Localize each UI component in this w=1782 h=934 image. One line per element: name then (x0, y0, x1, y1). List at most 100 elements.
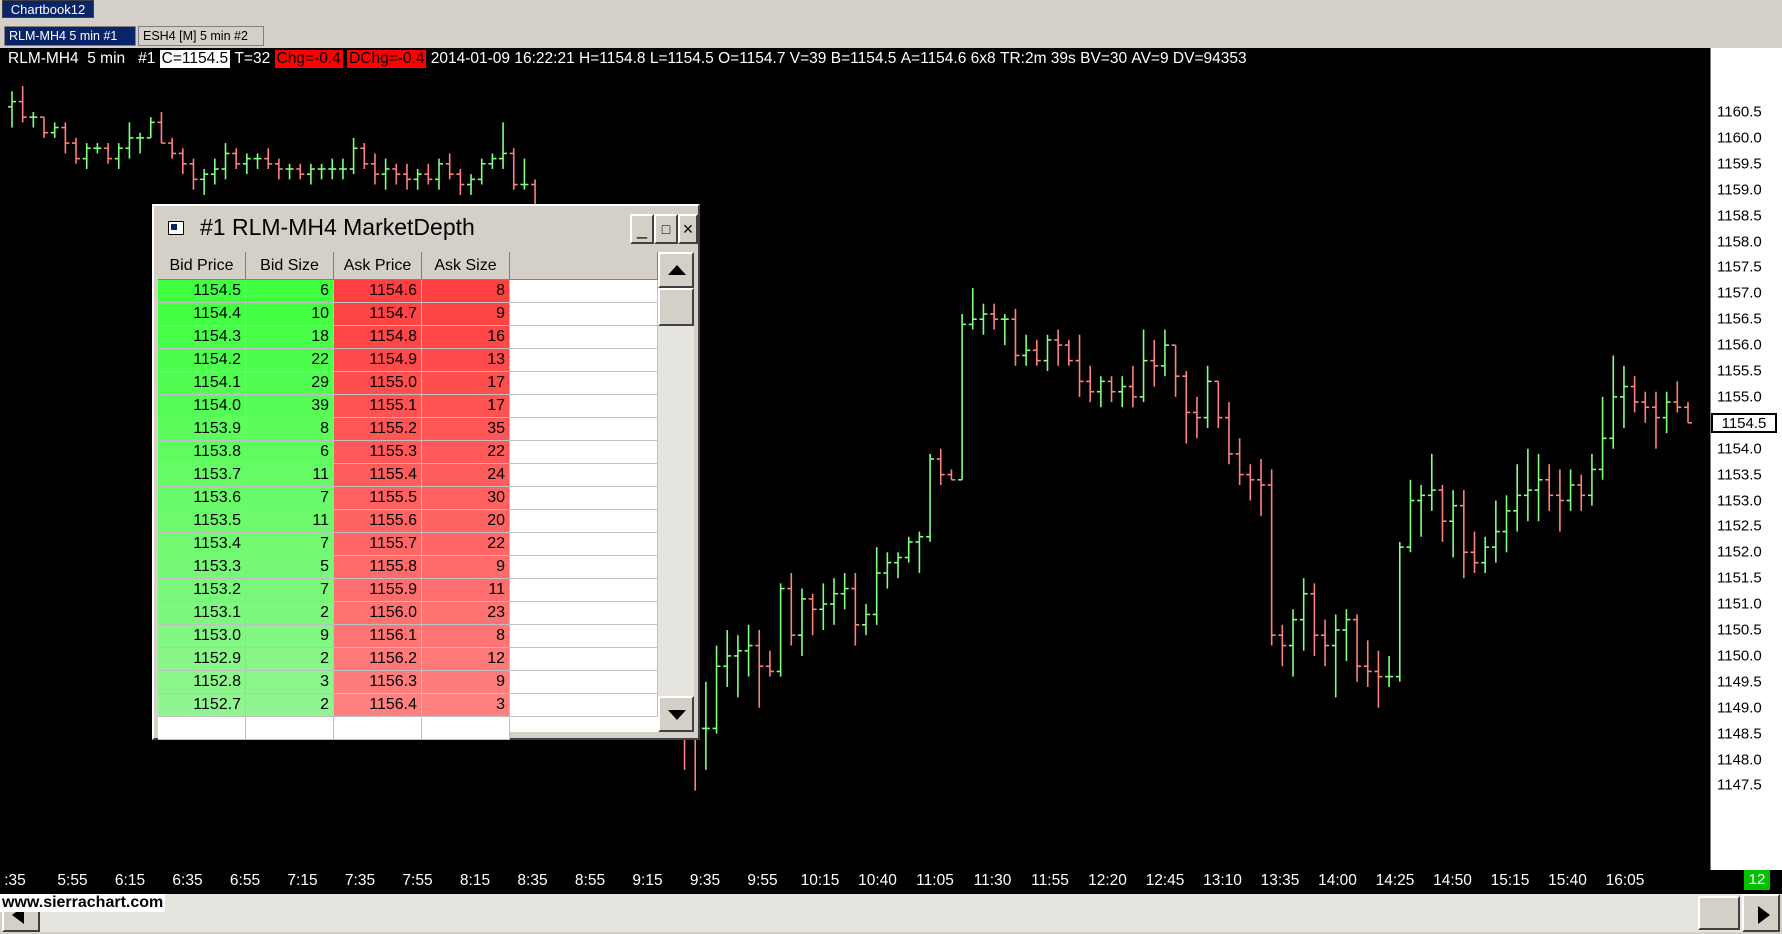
ohlc-bar (1673, 381, 1682, 413)
ohlc-bar (29, 112, 38, 128)
ask-size-cell: 17 (422, 395, 510, 418)
ohlc-bar (370, 153, 379, 185)
ohlc-bar (1502, 495, 1511, 553)
ohlc-bar (424, 163, 433, 185)
bid-size-cell: 2 (246, 602, 334, 625)
horizontal-scrollbar[interactable]: www.sierrachart.com (0, 894, 1782, 934)
depth-blank-cell (510, 487, 658, 510)
ohlc-bar (1331, 614, 1340, 698)
ask-price-cell: 1154.8 (334, 326, 422, 349)
ask-price-cell: 1155.5 (334, 487, 422, 510)
ask-price-cell: 1154.9 (334, 349, 422, 372)
scroll-up-button[interactable] (658, 252, 694, 288)
ohlc-bar (456, 168, 465, 195)
maximize-button[interactable]: □ (654, 214, 678, 244)
tab-esh4-chart[interactable]: ESH4 [M] 5 min #2 (138, 26, 264, 46)
ask-size-cell: 9 (422, 303, 510, 326)
header-ask-price[interactable]: Ask Price (334, 252, 422, 280)
bid-price-cell: 1153.8 (158, 441, 246, 464)
info-ask: A=1154.6 (900, 50, 967, 67)
close-button[interactable]: × (678, 214, 698, 244)
minimize-button[interactable]: _ (630, 214, 654, 244)
ohlc-bar (829, 578, 838, 625)
ask-size-cell: 9 (422, 556, 510, 579)
bid-price-cell: 1153.3 (158, 556, 246, 579)
market-depth-window[interactable]: #1 RLM-MH4 MarketDepth _ □ × Bid Price B… (152, 204, 700, 740)
scroll-thumb[interactable] (658, 288, 694, 326)
ohlc-bar (1630, 376, 1639, 413)
price-tick-label: 1150.5 (1717, 621, 1762, 639)
ohlc-bar (1491, 500, 1500, 563)
time-tick-label: 13:10 (1203, 872, 1242, 889)
ohlc-bar (1107, 376, 1116, 403)
header-ask-size[interactable]: Ask Size (422, 252, 510, 280)
depth-blank-cell (510, 349, 658, 372)
ohlc-bar (1577, 474, 1586, 511)
time-scale[interactable]: :35 5:55 6:15 6:35 6:55 7:15 7:35 7:55 8:15 8:35 8… (0, 870, 1710, 894)
ohlc-bar (381, 158, 390, 190)
time-tick-label: 10:15 (800, 872, 840, 889)
bid-size-cell: 2 (246, 648, 334, 671)
bid-size-cell: 39 (246, 395, 334, 418)
info-change: Chg=-0.4 (274, 50, 343, 68)
bid-price-cell: 1152.7 (158, 694, 246, 717)
close-icon: × (682, 219, 694, 239)
header-bid-price[interactable]: Bid Price (158, 252, 246, 280)
ask-price-cell: 1155.6 (334, 510, 422, 533)
ask-price-cell: 1155.8 (334, 556, 422, 579)
ask-size-cell: 22 (422, 533, 510, 556)
time-tick-label: 6:55 (229, 872, 261, 889)
ohlc-bar (1534, 453, 1543, 522)
price-scale[interactable]: 1160.5 1160.0 1159.5 1159.0 1158.5 1158.0 1157… (1710, 48, 1782, 870)
bid-size-cell: 22 (246, 349, 334, 372)
price-tick-label: 1159.5 (1717, 155, 1762, 173)
ask-price-cell: 1155.9 (334, 579, 422, 602)
header-bid-size[interactable]: Bid Size (246, 252, 334, 280)
depth-blank-cell (510, 694, 658, 717)
tab-rlm-mh4-chart[interactable]: RLM-MH4 5 min #1 (4, 26, 136, 46)
ohlc-bar (819, 583, 828, 630)
price-tick-label: 1151.5 (1717, 569, 1762, 587)
ohlc-bar (93, 143, 102, 154)
ohlc-bar (1395, 541, 1404, 682)
bid-price-cell: 1152.8 (158, 671, 246, 694)
time-tick-label: 8:15 (459, 872, 491, 889)
scroll-track[interactable] (40, 894, 1742, 932)
ohlc-bar (1118, 376, 1127, 408)
bid-size-cell: 9 (246, 625, 334, 648)
ohlc-bar (392, 163, 401, 185)
ohlc-bar (1651, 391, 1660, 449)
scroll-down-button[interactable] (658, 696, 694, 732)
ohlc-bar (50, 122, 59, 138)
bid-size-cell: 5 (246, 556, 334, 579)
ohlc-bar (744, 624, 753, 677)
price-tick-label: 1160.5 (1717, 103, 1762, 121)
ohlc-bar (1128, 365, 1137, 408)
depth-vertical-scrollbar[interactable] (658, 252, 694, 732)
ohlc-bar (509, 148, 518, 190)
time-tick-label: 6:15 (114, 872, 146, 889)
minimize-icon: _ (636, 219, 647, 239)
ohlc-bar (1246, 464, 1255, 501)
ohlc-bar (1192, 396, 1201, 439)
ohlc-bar (904, 536, 913, 563)
horizontal-scroll-thumb[interactable] (1698, 896, 1740, 930)
depth-blank-cell (510, 625, 658, 648)
ohlc-bar (435, 158, 444, 190)
chartbook-tab[interactable]: Chartbook12 (2, 0, 94, 18)
ohlc-bar (755, 630, 764, 708)
last-price-marker: 1154.5 (1711, 412, 1777, 433)
scroll-right-button[interactable] (1742, 894, 1780, 932)
price-chart[interactable]: RLM-MH4 5 min #1 C=1154.5 T=32 Chg=-0.4 … (0, 48, 1782, 894)
depth-blank-cell (510, 510, 658, 533)
ask-price-cell: 1156.1 (334, 625, 422, 648)
ohlc-bar (1203, 365, 1212, 428)
ohlc-bar (1641, 391, 1650, 423)
market-depth-titlebar[interactable]: #1 RLM-MH4 MarketDepth _ □ × (158, 210, 698, 246)
bid-size-cell: 8 (246, 418, 334, 441)
ohlc-bar (1342, 609, 1351, 662)
depth-blank-cell (334, 717, 422, 740)
depth-blank-cell (510, 556, 658, 579)
ohlc-bar (958, 314, 967, 481)
ohlc-bar (157, 112, 166, 144)
